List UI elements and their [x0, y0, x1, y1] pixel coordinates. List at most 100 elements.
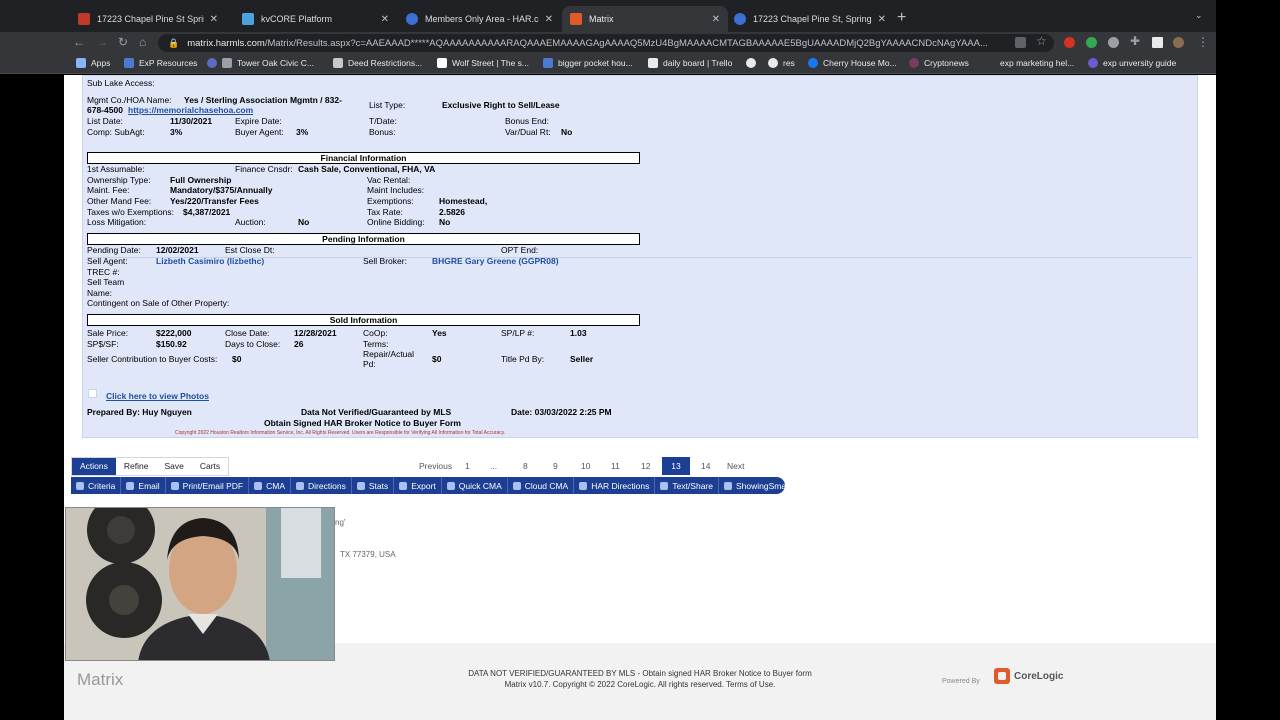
- print-email-pdf-button[interactable]: Print/Email PDF: [166, 477, 250, 494]
- tab-save[interactable]: Save: [156, 458, 191, 475]
- share-icon[interactable]: [1015, 37, 1026, 48]
- photo-thumbnail-icon: [88, 389, 97, 398]
- menu-icon[interactable]: ⋮: [1197, 35, 1209, 49]
- pager-ellipsis: ...: [490, 461, 498, 471]
- bookmark-res[interactable]: res: [768, 58, 795, 68]
- contingent-label: Contingent on Sale of Other Property:: [87, 298, 230, 308]
- profile-avatar[interactable]: [1173, 37, 1184, 48]
- site-icon: [207, 58, 217, 68]
- bookmark-label: daily board | Trello: [663, 58, 733, 68]
- extension-icon[interactable]: [1086, 37, 1097, 48]
- back-icon[interactable]: ←: [73, 35, 85, 49]
- sub-lake-access-label: Sub Lake Access:: [87, 78, 155, 88]
- pager-previous[interactable]: Previous: [419, 457, 452, 475]
- pager-page[interactable]: 10: [581, 457, 590, 475]
- criteria-button[interactable]: Criteria: [71, 477, 122, 494]
- bookmark-exp-resources[interactable]: ExP Resources: [124, 58, 197, 68]
- other-mand-fee-value: Yes/220/Transfer Fees: [170, 196, 259, 206]
- pager-next[interactable]: Next: [727, 457, 744, 475]
- cloud-cma-button[interactable]: Cloud CMA: [508, 477, 575, 494]
- export-button[interactable]: Export: [394, 477, 442, 494]
- email-button[interactable]: Email: [121, 477, 166, 494]
- pager-page[interactable]: 9: [553, 457, 558, 475]
- extension-icon[interactable]: [1064, 37, 1075, 48]
- search-icon: [76, 481, 84, 490]
- new-tab-button[interactable]: +: [897, 9, 906, 27]
- tab-carts[interactable]: Carts: [192, 458, 228, 475]
- pending-date-label: Pending Date:: [87, 245, 141, 255]
- sell-broker-link[interactable]: BHGRE Gary Greene (GGPR08): [432, 256, 559, 266]
- tab-har-members[interactable]: Members Only Area - HAR.com ✕: [398, 6, 561, 32]
- apps-icon: [76, 58, 86, 68]
- tab-kvcore[interactable]: kvCORE Platform ✕: [234, 6, 397, 32]
- expire-date-label: Expire Date:: [235, 116, 282, 126]
- quick-cma-icon: [446, 481, 455, 490]
- reload-icon[interactable]: ↻: [118, 35, 128, 49]
- stats-button[interactable]: Stats: [352, 477, 395, 494]
- forward-icon[interactable]: →: [96, 35, 108, 49]
- tab-search-icon[interactable]: ⌄: [1195, 10, 1203, 21]
- bookmark-label: res: [783, 58, 795, 68]
- address-bar[interactable]: 🔒 matrix.harmls.com/Matrix/Results.aspx?…: [158, 34, 1054, 52]
- directions-button[interactable]: Directions: [291, 477, 352, 494]
- bookmark-exp-marketing[interactable]: exp marketing hel...: [985, 58, 1074, 68]
- extension-icon[interactable]: [1108, 37, 1119, 48]
- sell-agent-label: Sell Agent:: [87, 256, 128, 266]
- close-icon[interactable]: ✕: [712, 14, 720, 25]
- sell-agent-link[interactable]: Lizbeth Casimiro (lizbethc): [156, 256, 264, 266]
- maint-includes-label: Maint Includes:: [367, 185, 425, 195]
- quick-cma-button[interactable]: Quick CMA: [442, 477, 508, 494]
- har-directions-button[interactable]: HAR Directions: [574, 477, 656, 494]
- bookmark-google[interactable]: [746, 58, 761, 68]
- hoa-website-link[interactable]: https://memorialchasehoa.com: [128, 105, 253, 115]
- sidebar-icon[interactable]: [1152, 37, 1163, 48]
- pager-page[interactable]: 1: [465, 457, 470, 475]
- extensions-puzzle-icon[interactable]: ✚: [1130, 34, 1140, 48]
- bookmark-exp-university[interactable]: exp unversity guide: [1088, 58, 1176, 68]
- page-content: Sub Lake Access: Mgmt Co./HOA Name: Yes …: [64, 75, 1216, 720]
- list-date-value: 11/30/2021: [170, 116, 213, 126]
- showingsmart-button[interactable]: ShowingSmart: [719, 477, 796, 494]
- days-to-close-label: Days to Close:: [225, 339, 281, 349]
- pager-page[interactable]: 11: [611, 457, 620, 475]
- tab-chapel-pine-1[interactable]: 17223 Chapel Pine St Spring, T ✕: [70, 6, 226, 32]
- name-label: Name:: [87, 288, 113, 298]
- pager-page[interactable]: 8: [523, 457, 528, 475]
- days-to-close-value: 26: [294, 339, 304, 349]
- title-pd-value: Seller: [570, 354, 594, 364]
- pager-page[interactable]: 14: [701, 457, 710, 475]
- tab-title: 17223 Chapel Pine St Spring, T: [97, 14, 204, 24]
- bookmark-wolf-street[interactable]: Wolf Street | The s...: [437, 58, 529, 68]
- splp-value: 1.03: [570, 328, 587, 338]
- button-label: Print/Email PDF: [182, 480, 244, 491]
- bookmark-bigger-pockets[interactable]: bigger pocket hou...: [543, 58, 633, 68]
- var-dual-value: No: [561, 127, 573, 137]
- tab-refine[interactable]: Refine: [116, 458, 157, 475]
- matrix-icon: [570, 13, 582, 25]
- close-icon[interactable]: ✕: [381, 14, 389, 25]
- tab-matrix[interactable]: Matrix ✕: [562, 6, 728, 32]
- maint-fee-label: Maint. Fee:: [87, 185, 130, 195]
- site-icon: [1088, 58, 1098, 68]
- bookmark-tower-oak[interactable]: Tower Oak Civic C...: [207, 58, 314, 68]
- bookmark-cherry-house[interactable]: Cherry House Mo...: [808, 58, 897, 68]
- bookmark-star-icon[interactable]: ☆: [1036, 34, 1047, 48]
- cma-button[interactable]: CMA: [249, 477, 292, 494]
- site-icon: [333, 58, 343, 68]
- coop-label: CoOp:: [363, 328, 388, 338]
- bookmark-trello[interactable]: daily board | Trello: [648, 58, 732, 68]
- pager-page[interactable]: 12: [641, 457, 650, 475]
- close-icon[interactable]: ✕: [878, 14, 886, 25]
- bookmark-apps[interactable]: Apps: [76, 58, 110, 68]
- tab-chapel-pine-2[interactable]: 17223 Chapel Pine St, Spring, ✕: [726, 6, 894, 32]
- bookmark-cryptonews[interactable]: Cryptonews: [909, 58, 969, 68]
- bookmark-label: Cherry House Mo...: [823, 58, 897, 68]
- view-photos-link[interactable]: Click here to view Photos: [106, 391, 209, 401]
- home-icon[interactable]: ⌂: [139, 35, 146, 49]
- tab-actions[interactable]: Actions: [72, 458, 116, 475]
- close-icon[interactable]: ✕: [210, 14, 218, 25]
- bookmark-deed-restrictions[interactable]: Deed Restrictions...: [333, 58, 422, 68]
- close-icon[interactable]: ✕: [545, 14, 553, 25]
- text-share-button[interactable]: Text/Share: [655, 477, 719, 494]
- trec-label: TREC #:: [87, 267, 120, 277]
